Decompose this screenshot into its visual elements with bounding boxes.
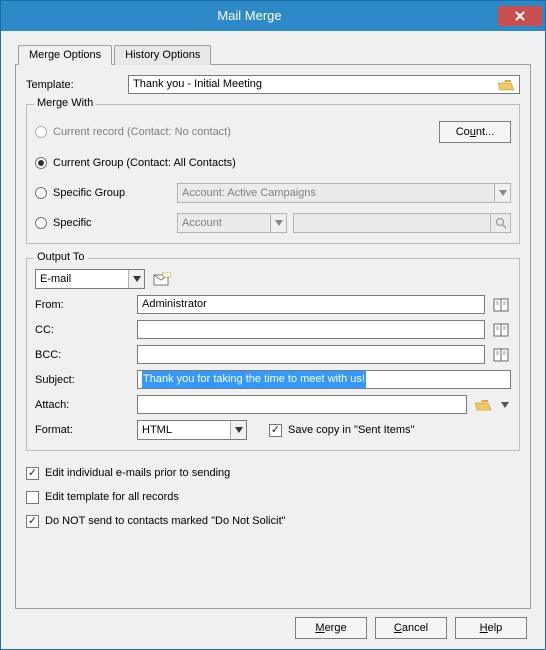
attach-input[interactable] [137,395,467,414]
cancel-button[interactable]: Cancel [375,617,447,639]
output-to-combo[interactable]: E-mail [35,269,145,289]
specific-search-field [293,213,511,233]
close-button[interactable] [498,6,542,26]
save-copy-label: Save copy in "Sent Items" [288,424,414,436]
merge-with-legend: Merge With [34,97,96,109]
attach-row: Attach: [35,395,511,414]
address-book-icon [493,298,509,312]
bcc-label: BCC: [35,349,131,361]
radio-current-record-label: Current record (Contact: No contact) [53,126,433,138]
edit-template-checkbox[interactable] [26,491,39,504]
output-to-row: E-mail [35,269,511,289]
cc-browse-button[interactable] [491,321,511,339]
tab-merge-options[interactable]: Merge Options [18,45,112,65]
attach-dropdown-button[interactable] [499,396,511,414]
client-area: Merge Options History Options Template: … [1,31,545,649]
tabstrip: Merge Options History Options [15,45,531,65]
chevron-down-icon[interactable] [230,421,246,439]
merge-button[interactable]: Merge [295,617,367,639]
specific-group-combo: Account: Active Campaigns [177,183,511,203]
titlebar: Mail Merge [1,1,545,31]
bcc-input[interactable] [137,345,485,364]
output-to-legend: Output To [34,251,88,263]
radio-current-group-label: Current Group (Contact: All Contacts) [53,157,236,169]
radio-current-record-row: Current record (Contact: No contact) Cou… [35,121,511,143]
window-title: Mail Merge [1,1,498,31]
merge-with-group: Merge With Current record (Contact: No c… [26,104,520,244]
from-row: From: Administrator [35,295,511,314]
radio-specific-group-row: Specific Group Account: Active Campaigns [35,183,511,203]
folder-open-icon [498,79,514,91]
address-book-icon [493,348,509,362]
format-label: Format: [35,424,131,436]
do-not-solicit-label: Do NOT send to contacts marked "Do Not S… [45,515,286,527]
subject-input[interactable]: Thank you for taking the time to meet wi… [137,370,511,389]
radio-specific-group[interactable] [35,187,47,199]
folder-open-icon [475,399,491,411]
from-label: From: [35,299,131,311]
radio-specific-row: Specific Account [35,213,511,233]
email-setup-button[interactable] [151,270,171,288]
from-input[interactable]: Administrator [137,295,485,314]
template-row: Template: Thank you - Initial Meeting [26,75,520,94]
mail-merge-dialog: Mail Merge Merge Options History Options… [0,0,546,650]
tab-history-options[interactable]: History Options [114,45,211,65]
template-browse-button[interactable] [497,76,515,94]
radio-specific[interactable] [35,217,47,229]
option-do-not-solicit-row[interactable]: Do NOT send to contacts marked "Do Not S… [26,511,520,531]
radio-current-record [35,126,47,138]
save-copy-checkbox[interactable] [269,424,282,437]
edit-template-label: Edit template for all records [45,491,179,503]
bcc-row: BCC: [35,345,511,364]
cc-row: CC: [35,320,511,339]
attach-label: Attach: [35,399,131,411]
close-icon [515,11,525,21]
chevron-down-icon [494,184,510,202]
count-button[interactable]: Count... [439,121,511,143]
envelope-icon [151,272,171,286]
address-book-icon [493,323,509,337]
cc-input[interactable] [137,320,485,339]
specific-type-combo: Account [177,213,287,233]
subject-label: Subject: [35,374,131,386]
options-block: Edit individual e-mails prior to sending… [26,463,520,531]
cc-label: CC: [35,324,131,336]
from-browse-button[interactable] [491,296,511,314]
template-input[interactable]: Thank you - Initial Meeting [128,75,520,94]
option-edit-template-row[interactable]: Edit template for all records [26,487,520,507]
radio-specific-group-label: Specific Group [53,187,171,199]
edit-individual-checkbox[interactable] [26,467,39,480]
do-not-solicit-checkbox[interactable] [26,515,39,528]
radio-current-group-row[interactable]: Current Group (Contact: All Contacts) [35,153,511,173]
radio-specific-label: Specific [53,217,171,229]
help-button[interactable]: Help [455,617,527,639]
magnifier-icon [490,214,510,232]
output-to-group: Output To E-mail From: Administrator [26,258,520,451]
format-row: Format: HTML Save copy in "Sent Items" [35,420,511,440]
edit-individual-label: Edit individual e-mails prior to sending [45,467,230,479]
chevron-down-icon[interactable] [128,270,144,288]
template-label: Template: [26,79,122,91]
chevron-down-icon [270,214,286,232]
bcc-browse-button[interactable] [491,346,511,364]
tab-body: Template: Thank you - Initial Meeting Me… [15,64,531,609]
subject-row: Subject: Thank you for taking the time t… [35,370,511,389]
format-combo[interactable]: HTML [137,420,247,440]
action-bar: Merge Cancel Help [15,609,531,641]
attach-browse-button[interactable] [473,396,493,414]
chevron-down-icon [501,402,509,408]
option-edit-individual-row[interactable]: Edit individual e-mails prior to sending [26,463,520,483]
radio-current-group[interactable] [35,157,47,169]
